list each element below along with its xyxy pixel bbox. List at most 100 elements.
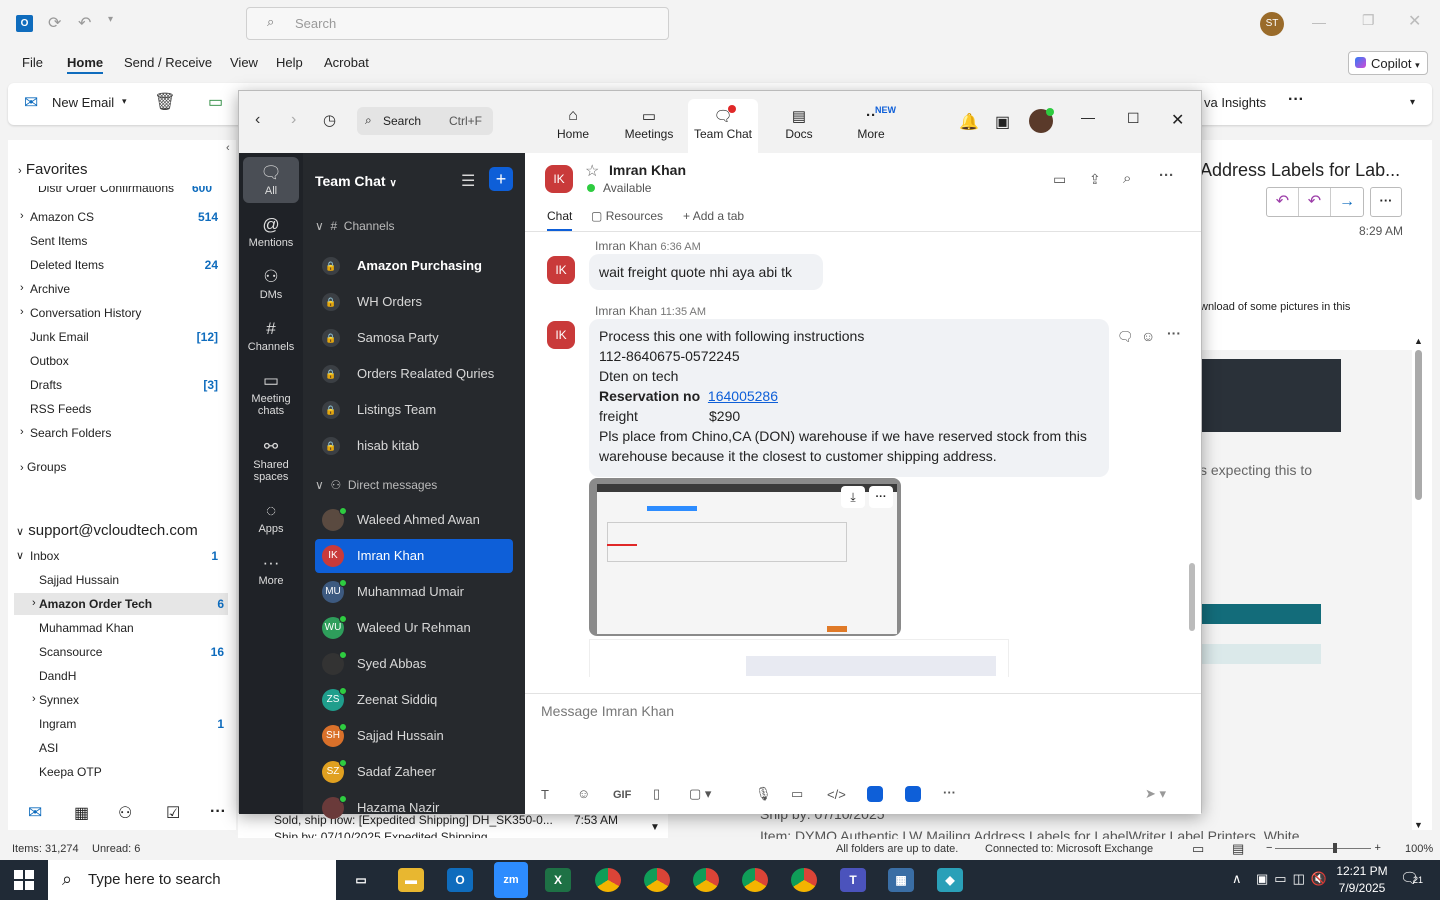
calendar-icon[interactable]: ▦ [74, 803, 89, 823]
share-screen-icon[interactable]: ⇪ [1089, 171, 1101, 188]
dm-item[interactable]: Waleed Ahmed Awan [315, 503, 513, 537]
rail-channels[interactable]: # Channels [243, 319, 299, 353]
folder-item[interactable]: ASI [14, 737, 228, 759]
tray-chevron-icon[interactable]: ∧ [1232, 871, 1242, 887]
reservation-link[interactable]: 164005286 [708, 388, 778, 404]
chrome-icon[interactable] [742, 868, 768, 892]
copilot-button[interactable]: Copilot ▾ [1348, 51, 1428, 75]
audio-icon[interactable]: 🎙 [755, 786, 772, 802]
add-chat-button[interactable]: + [489, 167, 513, 191]
emoji-icon[interactable]: ☺ [577, 786, 590, 801]
sender-avatar[interactable]: IK [547, 321, 575, 349]
reply-icon[interactable]: ↶ [1267, 188, 1299, 216]
folder-item[interactable]: › Amazon CS 514 [8, 206, 222, 228]
delete-icon[interactable]: 🗑 [154, 92, 176, 112]
file-explorer-icon[interactable]: ▬ [398, 868, 424, 892]
message-bubble[interactable]: Process this one with following instruct… [589, 319, 1109, 477]
calculator-icon[interactable]: ▦ [888, 868, 914, 892]
download-pictures-note[interactable]: wnload of some pictures in this [1200, 301, 1350, 313]
tab-acrobat[interactable]: Acrobat [324, 55, 369, 70]
more-apps-icon[interactable]: ··· [210, 803, 226, 821]
mail-icon[interactable]: ✉ [28, 803, 42, 823]
rail-apps[interactable]: ◌ Apps [243, 501, 299, 535]
channel-item[interactable]: 🔒 Orders Realated Quries [315, 357, 513, 391]
image-more-icon[interactable]: ··· [869, 486, 893, 508]
folder-item[interactable]: Junk Email [12] [8, 326, 222, 348]
people-icon[interactable]: ⚇ [118, 803, 132, 823]
dm-item[interactable]: IK Imran Khan [315, 539, 513, 573]
back-icon[interactable]: ‹ [255, 111, 260, 129]
nav-docs[interactable]: ▤ Docs [773, 107, 825, 141]
reply-thread-icon[interactable]: 🗨 [1117, 329, 1134, 345]
calendar-icon[interactable]: ▣ [995, 112, 1010, 132]
channel-item[interactable]: 🔒 WH Orders [315, 285, 513, 319]
dm-item[interactable]: WU Waleed Ur Rehman [315, 611, 513, 645]
channel-item[interactable]: 🔒 Listings Team [315, 393, 513, 427]
image-attachment[interactable]: ⤓ ··· [589, 478, 901, 636]
close-icon[interactable]: ✕ [1408, 11, 1421, 31]
minimize-icon[interactable]: — [1312, 14, 1326, 30]
rail-more[interactable]: ··· More [243, 553, 299, 587]
contact-name[interactable]: Imran Khan [609, 162, 686, 178]
notifications-icon[interactable]: 🗨21 [1400, 869, 1423, 887]
forward-nav-icon[interactable]: › [291, 111, 296, 129]
clock[interactable]: 12:21 PM 7/9/2025 [1330, 863, 1394, 897]
sender-avatar[interactable]: IK [547, 256, 575, 284]
dm-item[interactable]: ZS Zeenat Siddiq [315, 683, 513, 717]
tab-home[interactable]: Home [67, 55, 104, 74]
channel-item[interactable]: 🔒 hisab kitab [315, 429, 513, 463]
nav-more[interactable]: ·· More NEW [845, 105, 897, 141]
dm-item[interactable]: Syed Abbas [315, 647, 513, 681]
folder-item[interactable]: Sent Items [8, 230, 222, 252]
folder-item[interactable]: › Amazon Order Tech 6 [14, 593, 228, 615]
send-icon[interactable]: ➤ ▾ [1145, 786, 1166, 802]
video-call-icon[interactable]: ▭ [1053, 171, 1066, 188]
more-actions-icon[interactable]: ··· [1370, 187, 1402, 217]
dm-item[interactable]: SH Sajjad Hussain [315, 719, 513, 753]
more-tools-icon[interactable]: ··· [943, 785, 956, 800]
zoom-taskbar-icon[interactable]: zm [494, 862, 528, 898]
video-message-icon[interactable]: ▭ [791, 786, 803, 802]
filter-icon[interactable]: ☰ [461, 171, 475, 191]
format-text-icon[interactable]: T [541, 787, 549, 802]
tasks-icon[interactable]: ☑ [166, 803, 180, 823]
rail-meeting-chats[interactable]: ▭ Meeting chats [243, 371, 299, 417]
groups-header[interactable]: › Groups [20, 460, 66, 474]
folder-item[interactable]: Muhammad Khan [14, 617, 228, 639]
file-icon[interactable]: ▯ [653, 786, 660, 802]
chrome-icon[interactable] [595, 868, 621, 892]
folder-item[interactable]: Deleted Items 24 [8, 254, 222, 276]
quick-access-dropdown-icon[interactable]: ▾ [108, 14, 113, 25]
ribbon-collapse-icon[interactable]: ▾ [1410, 97, 1415, 108]
bell-icon[interactable]: 🔔 [959, 112, 979, 132]
reply-all-icon[interactable]: ↶ [1299, 188, 1331, 216]
viva-insights-button[interactable]: va Insights [1204, 95, 1266, 110]
tab-chat[interactable]: Chat [547, 209, 573, 231]
collapse-pane-icon[interactable]: ‹ [226, 142, 230, 154]
tab-help[interactable]: Help [276, 55, 303, 70]
more-icon[interactable]: ··· [1159, 167, 1174, 184]
emoji-react-icon[interactable]: ☺ [1141, 328, 1155, 344]
folder-item[interactable]: Outbox [8, 350, 222, 372]
zoom-search-input[interactable]: ⌕ Search Ctrl+F [357, 107, 493, 135]
zoom-slider[interactable]: − + [1266, 842, 1392, 854]
folder-item[interactable]: › Search Folders [8, 422, 222, 444]
dm-item[interactable]: SZ Sadaf Zaheer [315, 755, 513, 789]
channel-item[interactable]: 🔒 Samosa Party [315, 321, 513, 355]
task-view-icon[interactable]: ▭ [348, 868, 374, 892]
rail-shared-spaces[interactable]: ⚯ Shared spaces [243, 437, 299, 483]
app-integration-icon[interactable] [867, 786, 883, 802]
folder-item[interactable]: › Conversation History [8, 302, 222, 324]
download-icon[interactable]: ⤓ [841, 486, 865, 508]
normal-view-icon[interactable]: ▭ [1192, 841, 1204, 857]
excel-taskbar-icon[interactable]: X [545, 868, 571, 892]
folder-item[interactable]: Scansource 16 [14, 641, 228, 663]
channels-header[interactable]: ∨ # Channels [315, 219, 395, 233]
message-bubble[interactable]: wait freight quote nhi aya abi tk [589, 254, 823, 290]
nav-team-chat[interactable]: 🗨 Team Chat [688, 99, 758, 153]
channel-item[interactable]: 🔒 Amazon Purchasing [315, 249, 513, 283]
dm-header[interactable]: ∨ ⚇ Direct messages [315, 478, 437, 492]
code-snippet-icon[interactable]: </> [827, 787, 846, 802]
minimize-icon[interactable]: — [1081, 109, 1095, 125]
folder-distr-order[interactable]: Distr Order Confirmations 600 [38, 186, 228, 198]
